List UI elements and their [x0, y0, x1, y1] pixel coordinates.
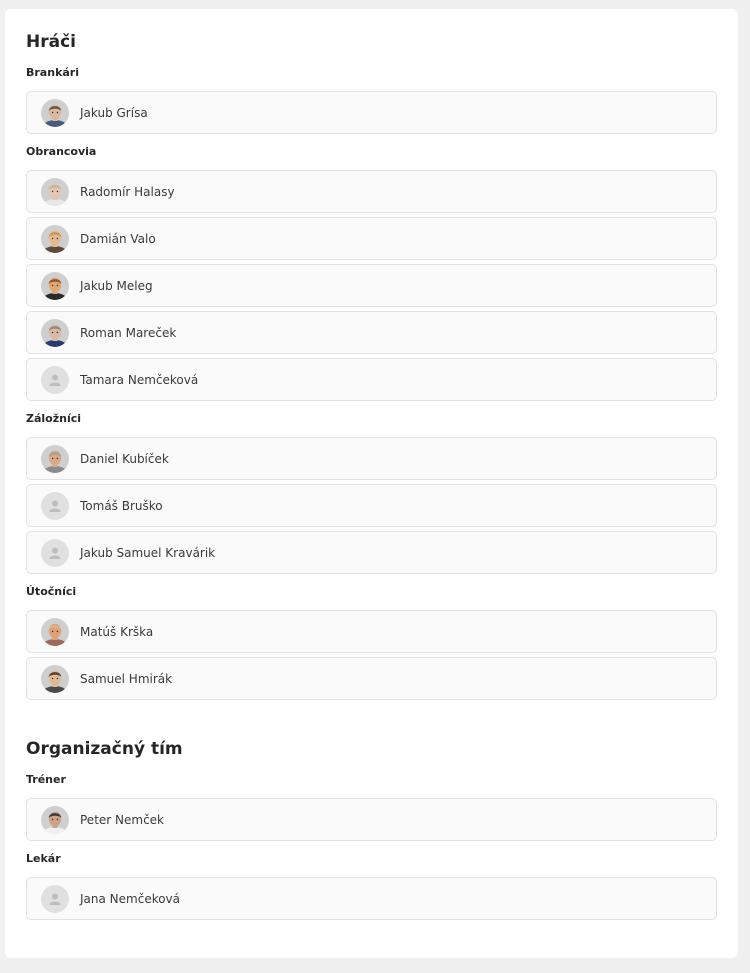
member-name: Jakub Samuel Kravárik	[80, 545, 216, 560]
coach-list: Peter Nemček	[26, 798, 717, 841]
member-name: Tamara Nemčeková	[80, 372, 199, 387]
section-title-players: Hráči	[26, 32, 76, 52]
member-row[interactable]: Daniel Kubíček	[26, 437, 717, 480]
member-name: Jakub Grísa	[80, 105, 148, 120]
member-name: Damián Valo	[80, 231, 156, 246]
goalkeepers-list: Jakub Grísa	[26, 91, 717, 134]
group-title-doctor: Lekár	[26, 852, 61, 865]
member-name: Radomír Halasy	[80, 184, 175, 199]
avatar-photo	[41, 271, 69, 300]
avatar-placeholder-icon	[41, 491, 69, 520]
member-name: Roman Mareček	[80, 325, 177, 340]
member-row[interactable]: Jakub Grísa	[26, 91, 717, 134]
group-title-coach: Tréner	[26, 773, 66, 786]
avatar-photo	[41, 805, 69, 834]
section-title-organizing-team: Organizačný tím	[26, 739, 183, 759]
member-name: Samuel Hmirák	[80, 671, 173, 686]
doctor-list: Jana Nemčeková	[26, 877, 717, 920]
group-title-forwards: Útočníci	[26, 585, 77, 598]
member-name: Jana Nemčeková	[80, 891, 181, 906]
member-row[interactable]: Jakub Samuel Kravárik	[26, 531, 717, 574]
member-name: Matúš Krška	[80, 624, 154, 639]
avatar-photo	[41, 318, 69, 347]
member-name: Daniel Kubíček	[80, 451, 169, 466]
roster-card: Hráči Brankári Jakub Grísa Obrancovia Ra…	[5, 9, 738, 958]
avatar-photo	[41, 444, 69, 473]
member-name: Tomáš Bruško	[80, 498, 163, 513]
member-row[interactable]: Samuel Hmirák	[26, 657, 717, 700]
avatar-photo	[41, 617, 69, 646]
member-row[interactable]: Peter Nemček	[26, 798, 717, 841]
forwards-list: Matúš Krška Samuel Hmirák	[26, 610, 717, 700]
member-row[interactable]: Tamara Nemčeková	[26, 358, 717, 401]
avatar-photo	[41, 177, 69, 206]
group-title-goalkeepers: Brankári	[26, 66, 79, 79]
member-row[interactable]: Roman Mareček	[26, 311, 717, 354]
defenders-list: Radomír Halasy Damián Valo Jakub Meleg R…	[26, 170, 717, 401]
member-row[interactable]: Jakub Meleg	[26, 264, 717, 307]
member-row[interactable]: Tomáš Bruško	[26, 484, 717, 527]
group-title-midfielders: Záložníci	[26, 412, 82, 425]
avatar-placeholder-icon	[41, 365, 69, 394]
avatar-photo	[41, 98, 69, 127]
avatar-photo	[41, 224, 69, 253]
avatar-placeholder-icon	[41, 538, 69, 567]
avatar-placeholder-icon	[41, 884, 69, 913]
member-row[interactable]: Matúš Krška	[26, 610, 717, 653]
member-name: Jakub Meleg	[80, 278, 153, 293]
group-title-defenders: Obrancovia	[26, 145, 97, 158]
midfielders-list: Daniel Kubíček Tomáš Bruško Jakub Samuel…	[26, 437, 717, 574]
avatar-photo	[41, 664, 69, 693]
member-name: Peter Nemček	[80, 812, 165, 827]
member-row[interactable]: Radomír Halasy	[26, 170, 717, 213]
member-row[interactable]: Jana Nemčeková	[26, 877, 717, 920]
member-row[interactable]: Damián Valo	[26, 217, 717, 260]
